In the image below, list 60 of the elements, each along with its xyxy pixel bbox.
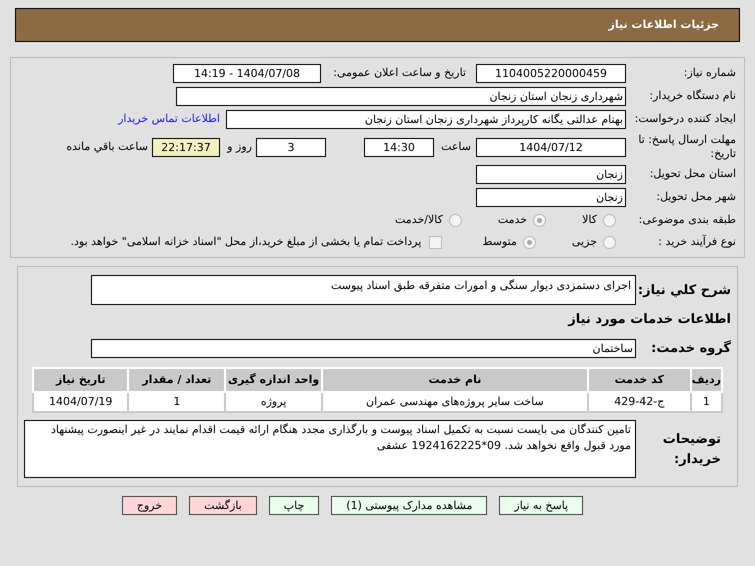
field-label: طبقه بندی موضوعی: bbox=[638, 212, 736, 228]
column-header: تعداد / مقدار bbox=[128, 368, 226, 392]
radio-button[interactable] bbox=[448, 214, 462, 226]
action-button[interactable]: چاپ bbox=[268, 496, 320, 515]
field-label: مهلت ارسال پاسخ: تا تاریخ: bbox=[637, 133, 736, 161]
radio-label: جزیی bbox=[572, 234, 597, 250]
field-label: گروه خدمت: bbox=[650, 339, 731, 358]
column-header: کد خدمت bbox=[588, 368, 691, 392]
table-cell: 1 bbox=[128, 392, 226, 412]
checkbox-label: پرداخت تمام یا بخشی از مبلغ خرید،از محل "اسناد خزانه اسلامی" خواهد بود. bbox=[70, 234, 422, 250]
contact-link[interactable]: اطلاعات تماس خریدار bbox=[118, 111, 220, 128]
checkbox[interactable] bbox=[429, 236, 442, 248]
column-header: ردیف bbox=[690, 368, 722, 392]
table-cell: ج-42-429 bbox=[588, 392, 691, 412]
field-label: روز و bbox=[226, 138, 253, 155]
radio-button[interactable] bbox=[603, 214, 616, 226]
countdown-field[interactable]: 22:17:37 bbox=[152, 138, 220, 156]
table-cell: 1404/07/19 bbox=[33, 392, 128, 412]
page-title: جزئیات اطلاعات نیاز bbox=[608, 16, 719, 33]
action-button[interactable]: مشاهده مدارک پیوستی (1) bbox=[331, 496, 488, 515]
action-button[interactable]: خروج bbox=[122, 496, 178, 515]
text-field[interactable]: 1404/07/08 - 14:19 bbox=[173, 64, 321, 83]
radio-button[interactable] bbox=[603, 236, 616, 248]
field-label: شهر محل تحویل: bbox=[655, 189, 736, 206]
action-button[interactable]: پاسخ به نیاز bbox=[499, 496, 584, 515]
field-label: توضیحات خریدار: bbox=[662, 431, 722, 468]
field-label: استان محل تحویل: bbox=[648, 166, 736, 182]
field-label: شرح کلي نیاز: bbox=[636, 282, 731, 300]
text-field[interactable]: 14:30 bbox=[364, 138, 434, 156]
field-label: تاریخ و ساعت اعلان عمومی: bbox=[332, 65, 467, 82]
text-field[interactable]: ساختمان bbox=[91, 338, 636, 358]
text-field[interactable]: زنجان bbox=[476, 165, 626, 184]
radio-label: کالا/خدمت bbox=[395, 212, 443, 228]
field-label: ساعت باقي مانده bbox=[66, 138, 149, 155]
column-header: واحد اندازه گیری bbox=[225, 368, 322, 392]
table-cell: ساخت سایر پروژه‌های مهندسی عمران bbox=[322, 392, 588, 412]
column-header: نام خدمت bbox=[322, 368, 588, 392]
text-field[interactable]: بهنام عدالتی یگانه کارپرداز شهرداری زنجان استان زنجان bbox=[226, 110, 626, 129]
field-label: ایجاد کننده درخواست: bbox=[634, 111, 736, 128]
radio-button[interactable] bbox=[533, 214, 546, 226]
field-label: نوع فرآیند خرید : bbox=[657, 234, 736, 250]
radio-label: متوسط bbox=[482, 234, 517, 250]
radio-label: کالا bbox=[582, 212, 597, 228]
notes-textarea[interactable]: تامین کنندگان می بایست نسبت به تکمیل اسناد پیوست و بارگذاری مجدد هنگام ارائه قیمت اقدام نمایند در غیر اینصورت پیشنهاد مورد قبول واقع نخواهد شد. 09*1924162225 عشقی bbox=[24, 420, 636, 478]
field-label: شماره نیاز: bbox=[682, 65, 736, 82]
table-cell: پروژه bbox=[225, 392, 322, 412]
description-textarea[interactable]: اجرای دستمزدی دیوار سنگی و امورات متفرقه طبق اسناد پیوست bbox=[91, 275, 636, 305]
radio-label: خدمت bbox=[498, 212, 528, 228]
text-field[interactable]: زنجان bbox=[476, 188, 626, 207]
action-button[interactable]: بازگشت bbox=[189, 496, 257, 515]
field-label: نام دستگاه خریدار: bbox=[648, 88, 736, 104]
field-label: ساعت bbox=[440, 138, 472, 155]
radio-button[interactable] bbox=[522, 236, 536, 248]
column-header: تاریخ نیاز bbox=[33, 368, 128, 392]
text-field[interactable]: 1404/07/12 bbox=[476, 138, 626, 156]
text-field[interactable]: 1104005220000459 bbox=[476, 64, 626, 83]
section-heading: اطلاعات خدمات مورد نیاز bbox=[566, 311, 731, 329]
text-field[interactable]: شهرداری زنجان استان زنجان bbox=[176, 87, 626, 106]
table-cell: 1 bbox=[690, 392, 722, 412]
text-field[interactable]: 3 bbox=[256, 138, 326, 156]
